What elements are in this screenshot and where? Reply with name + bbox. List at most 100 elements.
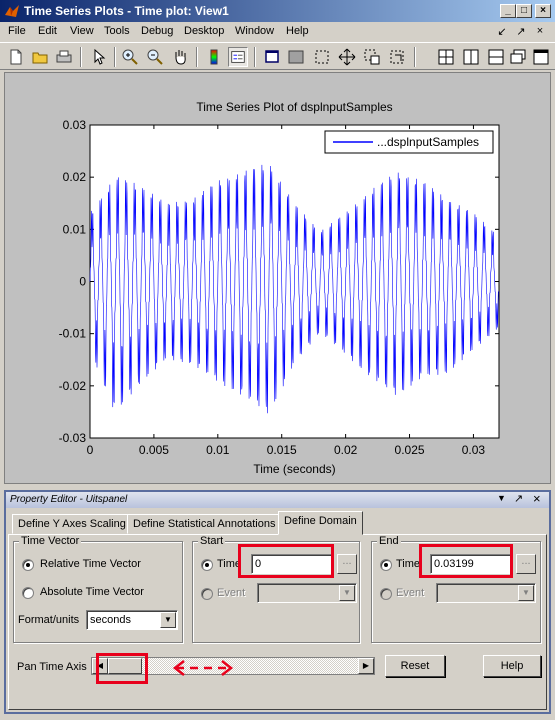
toolbar-separator [414, 47, 416, 67]
group-title: Time Vector [19, 535, 82, 547]
format-units-select[interactable]: seconds ▼ [86, 610, 178, 630]
legend[interactable]: ...dsplnputSamples [324, 130, 494, 154]
zoom-out-icon[interactable] [145, 47, 165, 67]
start-group: Start Time 0 ... Event ▼ [192, 535, 360, 643]
open-folder-icon[interactable] [30, 47, 50, 67]
end-time-browse-button[interactable]: ... [516, 554, 536, 574]
tab-content: Time Vector Relative Time Vector Absolut… [8, 534, 547, 710]
y-tick-label: 0.01 [63, 222, 87, 236]
chevron-down-icon[interactable]: ▼ [518, 585, 534, 601]
absolute-time-radio[interactable] [22, 587, 34, 599]
undock-arrow-icon[interactable]: ↙ [496, 25, 508, 38]
pan-time-axis-label: Pan Time Axis [17, 661, 87, 673]
x-tick-label: 0.015 [267, 443, 297, 457]
toolbar-separator [196, 47, 198, 67]
select-region-icon[interactable] [312, 47, 332, 67]
format-units-value: seconds [90, 614, 131, 626]
x-tick-label: 0.02 [334, 443, 358, 457]
toolbar-separator [114, 47, 116, 67]
plot-area-icon[interactable] [286, 47, 306, 67]
start-event-select[interactable]: ▼ [257, 583, 357, 603]
menu-view[interactable]: View [70, 25, 94, 37]
reset-button[interactable]: Reset [385, 655, 445, 677]
end-event-radio[interactable] [380, 588, 392, 600]
menu-file[interactable]: File [8, 25, 26, 37]
relative-time-radio[interactable] [22, 559, 34, 571]
menu-help[interactable]: Help [286, 25, 309, 37]
tab-label: Define Y Axes Scaling [18, 518, 126, 530]
x-tick-label: 0.01 [206, 443, 230, 457]
help-button[interactable]: Help [483, 655, 541, 677]
time-series-chart[interactable]: Time Series Plot of dsplnputSamples Time… [5, 73, 550, 483]
end-time-value: 0.03199 [434, 558, 474, 570]
pan-hand-icon[interactable] [170, 47, 190, 67]
y-tick-label: -0.02 [59, 379, 87, 393]
start-time-input[interactable]: 0 [251, 554, 333, 574]
tab-define-domain[interactable]: Define Domain [278, 511, 363, 535]
chevron-down-icon[interactable]: ▼ [160, 612, 176, 628]
end-event-select[interactable]: ▼ [436, 583, 536, 603]
relative-time-label: Relative Time Vector [40, 558, 141, 570]
ellipsis-icon: ... [521, 555, 531, 567]
end-time-radio[interactable] [380, 559, 392, 571]
maximize-button[interactable]: □ [516, 4, 532, 18]
zoom-in-icon[interactable] [120, 47, 140, 67]
tile-grid-icon[interactable] [436, 47, 456, 67]
tile-columns-icon[interactable] [461, 47, 481, 67]
print-icon[interactable] [54, 47, 74, 67]
start-time-radio[interactable] [201, 559, 213, 571]
scroll-right-arrow-icon[interactable]: ▶ [358, 658, 374, 674]
new-file-icon[interactable] [6, 47, 26, 67]
close-icon[interactable]: × [534, 25, 546, 37]
reset-label: Reset [400, 660, 430, 672]
zoom-box-icon[interactable] [362, 47, 382, 67]
tab-define-statistical-annotations[interactable]: Define Statistical Annotations [127, 514, 282, 534]
absolute-time-label: Absolute Time Vector [40, 586, 144, 598]
chart-title: Time Series Plot of dsplnputSamples [196, 100, 392, 114]
single-view-icon[interactable] [262, 47, 282, 67]
property-editor-header[interactable]: Property Editor - Uitspanel ▼ ↗ × [6, 491, 549, 508]
x-axis-label: Time (seconds) [253, 462, 335, 476]
help-label: Help [500, 660, 524, 672]
tab-define-y-axes-scaling[interactable]: Define Y Axes Scaling [12, 514, 132, 534]
property-editor-title: Property Editor - Uitspanel [10, 494, 128, 505]
close-icon[interactable]: × [533, 491, 541, 506]
undock-icon[interactable]: ↗ [514, 492, 523, 505]
dock-arrow-icon[interactable]: ↗ [515, 25, 527, 38]
maximize-window-icon[interactable] [531, 47, 551, 67]
end-time-input[interactable]: 0.03199 [430, 554, 512, 574]
minimize-icon: _ [505, 5, 511, 16]
data-tip-icon[interactable] [387, 47, 407, 67]
y-tick-label: 0.03 [63, 118, 87, 132]
matlab-logo-icon [5, 5, 19, 17]
close-button[interactable]: × [535, 4, 551, 18]
start-time-label: Time [217, 558, 242, 570]
restore-window-icon[interactable] [508, 47, 528, 67]
tile-rows-icon[interactable] [486, 47, 506, 67]
pan-slider-thumb[interactable] [108, 658, 142, 674]
group-title: Start [198, 535, 226, 547]
maximize-icon: □ [520, 5, 528, 16]
toolbar [0, 42, 555, 70]
menu-debug[interactable]: Debug [141, 25, 173, 37]
move-icon[interactable] [337, 47, 357, 67]
scroll-left-arrow-icon[interactable]: ◀ [92, 658, 108, 674]
legend-icon[interactable] [228, 47, 248, 67]
start-event-radio[interactable] [201, 588, 213, 600]
dock-menu-icon[interactable]: ▼ [497, 493, 506, 503]
minimize-button[interactable]: _ [500, 4, 516, 18]
pointer-icon[interactable] [88, 47, 108, 67]
menu-edit[interactable]: Edit [38, 25, 57, 37]
start-time-value: 0 [255, 558, 262, 570]
menu-window[interactable]: Window [235, 25, 274, 37]
chevron-down-icon[interactable]: ▼ [339, 585, 355, 601]
x-tick-label: 0.005 [139, 443, 169, 457]
start-time-browse-button[interactable]: ... [337, 554, 357, 574]
toolbar-separator [254, 47, 256, 67]
menu-tools[interactable]: Tools [104, 25, 130, 37]
menu-desktop[interactable]: Desktop [184, 25, 224, 37]
title-bar[interactable]: Time Series Plots - Time plot: View1 _ □… [0, 0, 555, 22]
legend-label: ...dsplnputSamples [377, 135, 479, 149]
end-time-label: Time [396, 558, 421, 570]
colorbar-icon[interactable] [204, 47, 224, 67]
